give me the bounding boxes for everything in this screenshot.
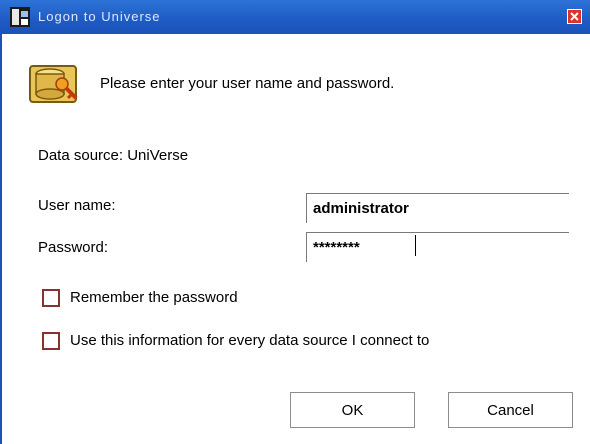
remember-password-checkbox[interactable] <box>42 289 60 307</box>
prompt-text: Please enter your user name and password… <box>100 75 395 92</box>
ok-button[interactable]: OK <box>290 392 415 428</box>
window-border <box>0 34 2 444</box>
app-icon <box>10 7 30 27</box>
username-field[interactable] <box>306 193 569 223</box>
password-label: Password: <box>38 239 109 256</box>
title-bar[interactable]: Logon to Universe <box>0 0 590 34</box>
cancel-button[interactable]: Cancel <box>448 392 573 428</box>
close-icon <box>570 12 579 21</box>
use-info-label[interactable]: Use this information for every data sour… <box>70 332 429 349</box>
data-source-label: Data source: UniVerse <box>38 147 189 164</box>
key-database-icon <box>28 62 80 106</box>
close-button[interactable] <box>567 9 582 24</box>
text-caret <box>415 235 416 256</box>
logon-dialog: Logon to Universe Please enter your user… <box>0 0 590 444</box>
remember-password-label[interactable]: Remember the password <box>70 289 238 306</box>
password-field[interactable] <box>306 232 569 262</box>
window-title: Logon to Universe <box>38 9 161 24</box>
username-label: User name: <box>38 197 116 214</box>
use-info-checkbox[interactable] <box>42 332 60 350</box>
